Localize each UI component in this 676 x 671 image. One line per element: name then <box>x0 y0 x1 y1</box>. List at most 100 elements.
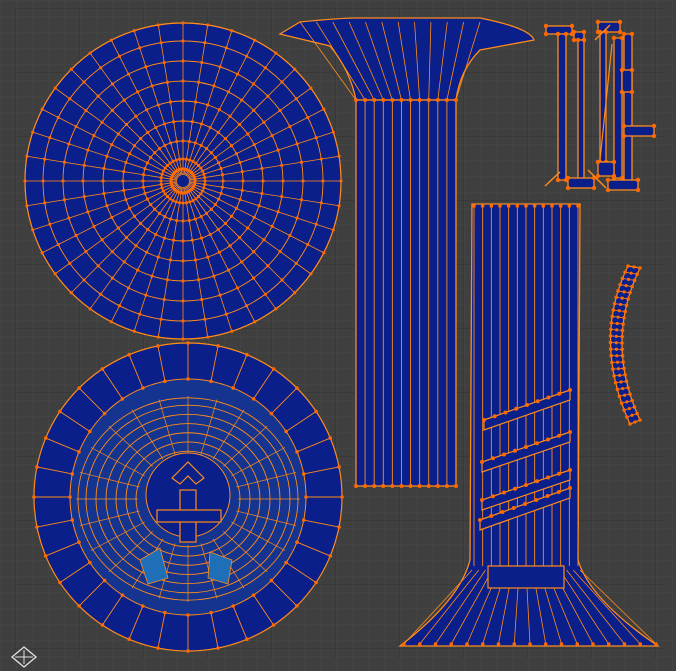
uv-vertex <box>615 387 620 392</box>
uv-vertex <box>614 347 619 351</box>
uv-vertex <box>623 373 627 377</box>
uv-vertex <box>635 411 639 416</box>
uv-vertex <box>177 157 182 161</box>
uv-vertex <box>110 250 114 254</box>
uv-vertex <box>314 409 318 414</box>
uv-vertex <box>399 484 404 488</box>
uv-vertex <box>200 297 204 302</box>
uv-vertex <box>110 215 114 219</box>
uv-vertex <box>181 319 185 323</box>
uv-editor-viewport[interactable] <box>0 0 676 671</box>
uv-vertex <box>280 278 284 282</box>
uv-vertex <box>100 120 104 124</box>
uv-vertex <box>216 344 220 348</box>
uv-vertex <box>557 433 561 438</box>
uv-vertex <box>235 286 240 290</box>
uv-vertex <box>417 484 422 488</box>
uv-vertex <box>270 224 274 228</box>
uv-vertex <box>472 204 476 208</box>
uv-vertex <box>43 436 48 440</box>
uv-vertex <box>262 238 266 242</box>
uv-vertex <box>41 179 45 183</box>
uv-vertex <box>295 386 299 390</box>
uv-vertex <box>92 134 96 138</box>
uv-vertex <box>145 197 149 201</box>
uv-vertex <box>35 525 39 529</box>
uv-vertex <box>216 130 220 135</box>
uv-vertex <box>169 217 173 221</box>
uv-vertex <box>68 261 72 265</box>
uv-vertex <box>199 236 204 240</box>
uv-vertex <box>628 392 632 396</box>
uv-vertex <box>614 295 619 300</box>
uv-vertex <box>56 242 60 247</box>
uv-vertex <box>620 328 625 333</box>
uv-vertex <box>319 201 323 205</box>
uv-vertex <box>612 301 617 306</box>
uv-vertex <box>74 233 78 238</box>
uv-vertex <box>240 260 244 264</box>
uv-vertex <box>193 141 197 145</box>
uv-vertex <box>524 204 528 208</box>
uv-vertex <box>617 309 621 313</box>
uv-vertex <box>144 65 148 69</box>
uv-vertex <box>162 297 166 302</box>
uv-vertex <box>306 115 310 120</box>
island-top-disc[interactable] <box>23 21 343 341</box>
uv-vertex <box>206 255 210 259</box>
uv-vertex <box>622 290 626 294</box>
uv-vertex <box>204 211 209 215</box>
uv-vertex <box>628 290 632 295</box>
uv-vertex <box>619 401 624 405</box>
uv-vertex <box>100 367 105 371</box>
uv-vertex <box>163 379 167 384</box>
uv-vertex <box>390 484 395 488</box>
uv-vertex <box>122 170 126 174</box>
uv-vertex <box>116 132 120 136</box>
uv-vertex <box>408 484 413 488</box>
uv-face <box>577 39 585 181</box>
uv-vertex <box>150 84 154 88</box>
uv-vertex <box>181 259 185 263</box>
uv-vertex <box>620 334 624 339</box>
island-bottom-disc[interactable] <box>32 341 344 653</box>
uv-vertex <box>638 418 642 422</box>
uv-vertex <box>122 98 126 102</box>
uv-vertex <box>162 60 166 65</box>
uv-vertex <box>280 163 284 167</box>
uv-vertex <box>240 98 244 102</box>
uv-vertex <box>608 334 613 338</box>
uv-vertex <box>62 198 67 202</box>
uv-face <box>613 37 623 179</box>
uv-vertex <box>337 525 341 529</box>
uv-vertex <box>84 249 88 254</box>
uv-vertex <box>127 152 132 156</box>
uv-vertex <box>615 354 619 358</box>
uv-vertex <box>635 177 641 183</box>
uv-vertex <box>528 642 532 646</box>
uv-canvas[interactable] <box>0 0 676 671</box>
uv-vertex <box>266 264 270 268</box>
uv-vertex <box>181 59 185 63</box>
uv-vertex <box>217 197 221 201</box>
uv-vertex <box>565 175 571 181</box>
uv-vertex <box>231 604 235 608</box>
uv-vertex <box>615 328 619 332</box>
uv-vertex <box>623 309 627 314</box>
uv-vertex <box>611 308 616 312</box>
uv-vertex <box>628 422 632 426</box>
uv-vertex <box>117 304 122 308</box>
uv-vertex <box>117 54 122 58</box>
2d-cursor-icon[interactable] <box>10 646 38 668</box>
uv-vertex <box>156 103 160 107</box>
uv-vertex <box>293 291 297 295</box>
uv-vertex <box>105 154 109 158</box>
uv-vertex <box>229 144 234 148</box>
uv-vertex <box>82 80 86 84</box>
uv-vertex <box>100 238 104 242</box>
uv-vertex <box>156 646 160 650</box>
uv-vertex <box>555 177 561 183</box>
uv-vertex <box>213 202 217 207</box>
uv-vertex <box>635 187 641 193</box>
uv-vertex <box>245 637 249 642</box>
